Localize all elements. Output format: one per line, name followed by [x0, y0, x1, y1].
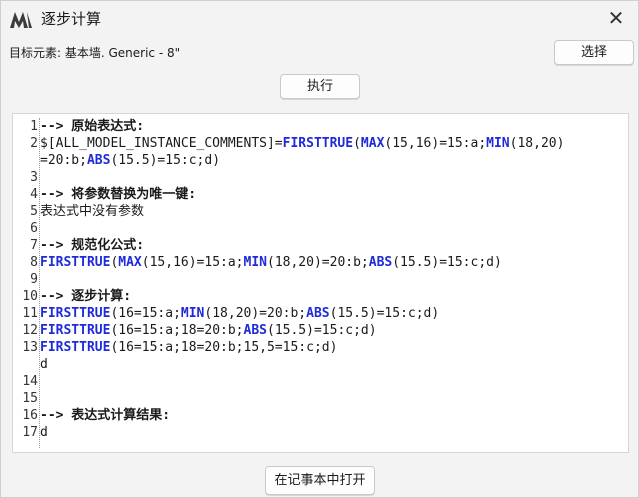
code-text: (15,16)=15:a; — [141, 255, 244, 270]
code-line: d — [40, 424, 626, 441]
code-text: (18,20)=20:b; — [267, 255, 369, 270]
function-token: FIRSTTRUE — [40, 255, 111, 270]
code-line: --> 将参数替换为唯一键: — [40, 186, 626, 203]
function-token: MIN — [486, 136, 510, 151]
function-token: ABS — [243, 323, 267, 338]
function-token: ABS — [86, 153, 111, 168]
code-line: FIRSTTRUE(MAX(15,16)=15:a;MIN(18,20)=20:… — [40, 254, 626, 271]
code-text: d — [40, 425, 48, 440]
title-bar[interactable]: 逐步计算 ✕ — [1, 1, 638, 35]
function-token: FIRSTTRUE — [40, 306, 111, 321]
window-title: 逐步计算 — [41, 10, 102, 28]
code-text: 表达式中没有参数 — [40, 204, 145, 219]
line-number: 16 — [22, 408, 38, 423]
code-text: (15.5)=15:c;d) — [392, 255, 502, 270]
target-element-label: 目标元素: 基本墙. Generic - 8" — [9, 46, 181, 60]
line-number: 4 — [30, 187, 38, 202]
line-number: 9 — [30, 272, 38, 287]
line-number: 10 — [22, 289, 38, 304]
line-number: 11 — [22, 306, 38, 321]
line-number: 13 — [22, 340, 38, 355]
line-number: 8 — [30, 255, 38, 270]
code-line: --> 原始表达式: — [40, 118, 626, 135]
function-token: MIN — [180, 306, 205, 321]
code-line: --> 逐步计算: — [40, 288, 626, 305]
section-header: --> 逐步计算: — [40, 289, 132, 304]
line-number-gutter: 1 2 3 4 5 6 7 8 9 10 11 12 13 14 15 16 17 — [13, 118, 38, 441]
line-number: 12 — [22, 323, 38, 338]
line-number: 6 — [30, 221, 38, 236]
code-text: (15.5)=15:c;d) — [110, 153, 221, 168]
line-number: 1 — [30, 119, 38, 134]
section-header: --> 表达式计算结果: — [40, 408, 171, 423]
line-number: 3 — [30, 170, 38, 185]
code-text: (18,20) — [509, 136, 565, 151]
code-text: ( — [353, 136, 361, 151]
code-text: (15.5)=15:c;d) — [267, 323, 377, 338]
code-line: d — [40, 356, 626, 373]
code-text: (15.5)=15:c;d) — [329, 306, 440, 321]
line-number: 17 — [22, 425, 38, 440]
code-line: 表达式中没有参数 — [40, 203, 626, 220]
line-number: 7 — [30, 238, 38, 253]
code-text: (16=15:a;18=20:b; — [110, 323, 244, 338]
function-token: ABS — [306, 306, 330, 321]
code-line: FIRSTTRUE(16=15:a;18=20:b;ABS(15.5)=15:c… — [40, 322, 626, 339]
code-line: --> 表达式计算结果: — [40, 407, 626, 424]
section-header: --> 原始表达式: — [40, 119, 145, 134]
section-header: --> 规范化公式: — [40, 238, 145, 253]
output-editor[interactable]: 1 2 3 4 5 6 7 8 9 10 11 12 13 14 15 16 17 --> 原始表达式: $[AL… — [12, 113, 629, 453]
code-text: (16=15:a;18=20:b;15,5=15:c;d) — [110, 340, 338, 355]
code-text: $[ALL_MODEL_INSTANCE_COMMENTS]= — [40, 136, 283, 151]
function-token: FIRSTTRUE — [282, 136, 354, 151]
line-number: 14 — [22, 374, 38, 389]
line-number: 5 — [30, 204, 38, 219]
step-calculation-window: 逐步计算 ✕ 目标元素: 基本墙. Generic - 8" 选择 执行 123… — [0, 0, 639, 498]
code-text: =20:b; — [40, 153, 87, 168]
line-number — [13, 356, 38, 373]
code-text: (15,16)=15:a; — [384, 136, 487, 151]
code-line: $[ALL_MODEL_INSTANCE_COMMENTS]=FIRSTTRUE… — [40, 135, 626, 152]
open-in-notepad-button[interactable]: 在记事本中打开 — [265, 466, 375, 495]
code-text: (16=15:a; — [110, 306, 181, 321]
run-button[interactable]: 执行 — [280, 74, 360, 99]
code-line: --> 规范化公式: — [40, 237, 626, 254]
close-icon[interactable]: ✕ — [604, 6, 628, 30]
function-token: FIRSTTRUE — [40, 340, 111, 355]
app-logo-icon — [10, 12, 32, 28]
section-header: --> 将参数替换为唯一键: — [40, 187, 197, 202]
line-number: 15 — [22, 391, 38, 406]
line-number — [13, 152, 38, 169]
code-line: FIRSTTRUE(16=15:a;MIN(18,20)=20:b;ABS(15… — [40, 305, 626, 322]
function-token: FIRSTTRUE — [40, 323, 111, 338]
function-token: MAX — [118, 255, 142, 270]
select-button[interactable]: 选择 — [554, 40, 634, 65]
function-token: MAX — [360, 136, 385, 151]
code-text: d — [40, 357, 48, 372]
code-line: FIRSTTRUE(16=15:a;18=20:b;15,5=15:c;d) — [40, 339, 626, 356]
function-token: ABS — [368, 255, 393, 270]
code-line: =20:b;ABS(15.5)=15:c;d) — [40, 152, 626, 169]
code-text: (18,20)=20:b; — [204, 306, 307, 321]
function-token: MIN — [243, 255, 267, 270]
line-number: 2 — [30, 136, 38, 151]
code-area[interactable]: --> 原始表达式: $[ALL_MODEL_INSTANCE_COMMENTS]… — [40, 118, 626, 441]
